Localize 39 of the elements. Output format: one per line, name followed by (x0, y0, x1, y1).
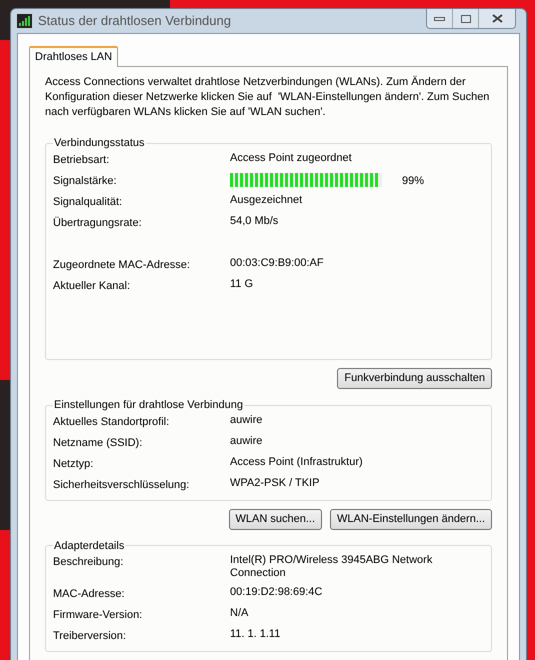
field-label: Netzname (SSID): (53, 436, 144, 450)
field-value: Access Point zugeordnet (230, 152, 353, 164)
action-button[interactable]: Funkverbindung ausschalten (337, 368, 492, 389)
field-label: Treiberversion: (53, 629, 127, 644)
field-value: auwire (230, 414, 264, 426)
field-value: Intel(R) PRO/Wireless 3945ABG Network Connection (230, 554, 434, 580)
window-title: Status der drahtlosen Verbindung (38, 12, 231, 30)
field-label: Sicherheitsverschlüsselung: (53, 478, 190, 492)
field-label: Signalstärke: (53, 174, 118, 188)
intro-text: Access Connections verwaltet drahtlose Netzverbindungen (WLANs). Zum Ändern der Konfiguration dieser Netzwerke klicken Sie auf 'WLAN-Einstellungen ändern'. Zum Suchen nach verfügbaren WLANs klicken Sie auf 'WLAN suchen'. (45, 75, 490, 120)
field-label: Netztyp: (53, 456, 94, 472)
field-value: Ausgezeichnet (230, 194, 304, 206)
field-label: MAC-Adresse: (53, 587, 126, 602)
field-value: 54,0 Mb/s (230, 214, 280, 228)
field-value: 00:19:D2:98:69:4C (230, 586, 324, 599)
field-value: 11. 1. 1.11 (230, 628, 282, 641)
action-button[interactable]: WLAN suchen... (228, 508, 322, 530)
action-button[interactable]: WLAN-Einstellungen ändern... (330, 508, 492, 530)
field-label: Betriebsart: (53, 152, 110, 168)
field-value: 99% (402, 174, 424, 188)
field-value: auwire (230, 434, 264, 448)
field-value: WPA2-PSK / TKIP (230, 476, 320, 490)
signal-icon (17, 14, 32, 28)
field-label: Zugeordnete MAC-Adresse: (53, 258, 191, 272)
field-label: Übertragungsrate: (53, 216, 143, 230)
close-icon (492, 14, 502, 23)
field-value: N/A (230, 607, 250, 620)
field-value: 00:03:C9:B9:00:AF (230, 256, 325, 270)
field-label: Aktuelles Standortprofil: (53, 414, 170, 430)
group-title: Verbindungsstatus (53, 136, 146, 151)
field-label: Firmware-Version: (53, 608, 144, 623)
field-label: Beschreibung: (53, 555, 124, 570)
field-label: Aktueller Kanal: (53, 278, 132, 294)
group-title: Adapterdetails (53, 538, 126, 554)
field-value: 11 G (230, 278, 254, 290)
field-value: Access Point (Infrastruktur) (230, 456, 364, 468)
group-title: Einstellungen für drahtlose Verbindung (53, 398, 244, 413)
field-label: Signalqualität: (53, 194, 124, 210)
tab[interactable]: Drahtloses LAN (29, 46, 118, 67)
